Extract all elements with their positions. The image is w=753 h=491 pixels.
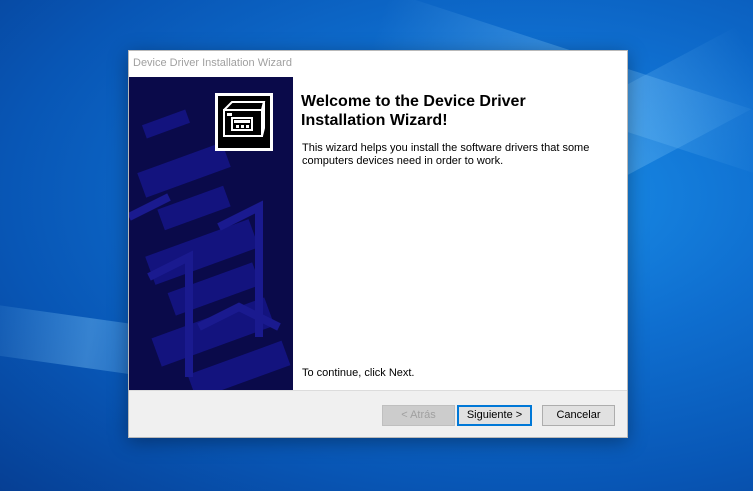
back-button[interactable]: < Atrás <box>382 405 455 426</box>
wizard-button-bar: < Atrás Siguiente > Cancelar <box>129 390 627 437</box>
wizard-window: Device Driver Installation Wizard Welcom… <box>128 50 628 438</box>
next-button[interactable]: Siguiente > <box>457 405 532 426</box>
driver-install-icon <box>215 93 273 151</box>
window-title: Device Driver Installation Wizard <box>133 57 292 69</box>
wizard-description: This wizard helps you install the softwa… <box>302 142 590 167</box>
wizard-side-banner <box>129 77 293 390</box>
wizard-content: Welcome to the Device Driver Installatio… <box>293 77 627 390</box>
wizard-heading: Welcome to the Device Driver Installatio… <box>301 93 526 129</box>
title-bar[interactable]: Device Driver Installation Wizard <box>129 51 627 76</box>
cancel-button[interactable]: Cancelar <box>542 405 615 426</box>
continue-instruction: To continue, click Next. <box>302 367 415 379</box>
